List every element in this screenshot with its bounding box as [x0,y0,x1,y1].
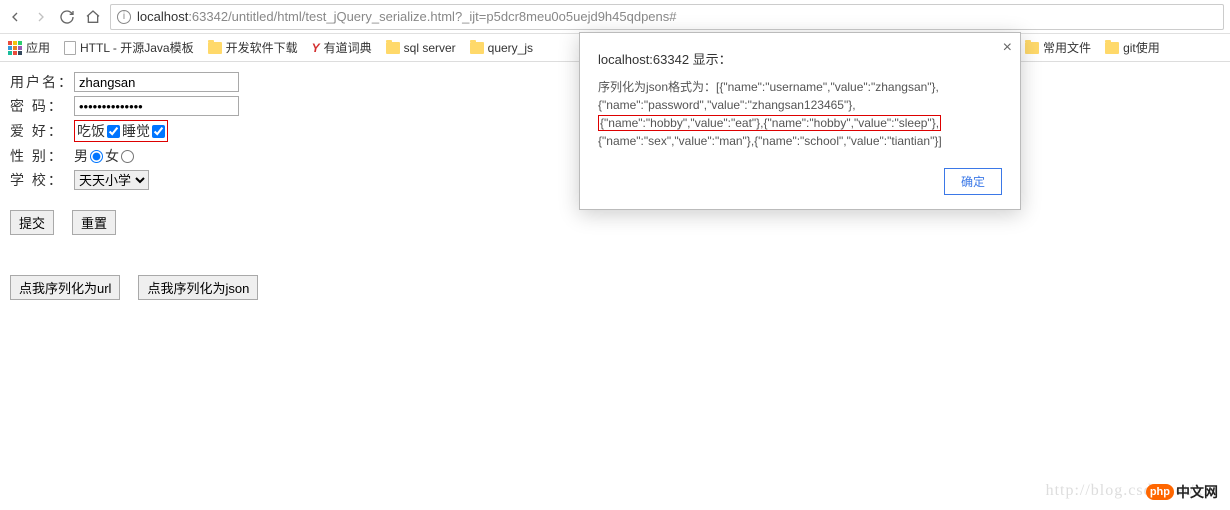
back-icon[interactable] [6,8,24,26]
hobby-eat-label: 吃饭 [77,121,105,141]
bookmark-httl[interactable]: HTTL - 开源Java模板 [64,39,194,56]
forward-icon [32,8,50,26]
username-label: 用户名： [10,72,74,92]
sex-male-radio[interactable] [90,150,103,163]
youdao-icon: Y [312,41,320,55]
browser-toolbar: i localhost:63342/untitled/html/test_jQu… [0,0,1230,34]
bookmark-apps[interactable]: 应用 [8,39,50,56]
sex-female-radio[interactable] [121,150,134,163]
folder-icon [386,42,400,54]
hobby-group: 吃饭 睡觉 [74,120,168,142]
bookmark-label: 常用文件 [1043,39,1091,56]
sex-female-label: 女 [105,146,119,166]
sex-label: 性 别： [10,146,74,166]
password-label: 密 码： [10,96,74,116]
sex-male-label: 男 [74,146,88,166]
folder-icon [1105,42,1119,54]
bookmark-devdownload[interactable]: 开发软件下载 [208,39,298,56]
hobby-eat-checkbox[interactable] [107,125,120,138]
dialog-title: localhost:63342 显示： [598,49,1002,68]
alert-dialog: × localhost:63342 显示： 序列化为json格式为：[{"nam… [579,32,1021,210]
bookmark-youdao[interactable]: Y 有道词典 [312,39,372,56]
url-path: :63342/untitled/html/test_jQuery_seriali… [188,9,676,24]
serialize-json-button[interactable]: 点我序列化为json [138,275,258,300]
bookmark-label: 应用 [26,39,50,56]
hobby-sleep-checkbox[interactable] [152,125,165,138]
password-input[interactable] [74,96,239,116]
bookmark-queryjs[interactable]: query_js [470,41,533,55]
close-icon[interactable]: × [1003,39,1012,57]
bookmark-label: HTTL - 开源Java模板 [80,39,194,56]
url-host: localhost [137,9,188,24]
folder-icon [1025,42,1039,54]
serialize-url-button[interactable]: 点我序列化为url [10,275,120,300]
folder-icon [208,42,222,54]
reload-icon[interactable] [58,8,76,26]
bookmark-label: 有道词典 [324,39,372,56]
bookmark-label: sql server [404,41,456,55]
dialog-text-3: {"name":"sex","value":"man"},{"name":"sc… [598,134,942,148]
home-icon[interactable] [84,8,102,26]
bookmark-sqlserver[interactable]: sql server [386,41,456,55]
file-icon [64,41,76,55]
address-bar[interactable]: i localhost:63342/untitled/html/test_jQu… [110,4,1224,30]
hobby-label: 爱 好： [10,121,74,141]
brand-logo: php 中文网 [1146,482,1218,502]
hobby-sleep-label: 睡觉 [122,121,150,141]
dialog-ok-button[interactable]: 确定 [944,168,1002,195]
school-label: 学 校： [10,170,74,190]
dialog-body: 序列化为json格式为：[{"name":"username","value":… [598,78,1002,150]
bookmark-label: git使用 [1123,39,1160,56]
folder-icon [470,42,484,54]
bookmark-label: 开发软件下载 [226,39,298,56]
dialog-text-1b: {"name":"password","value":"zhangsan1234… [598,98,856,112]
school-select[interactable]: 天天小学 [74,170,149,190]
reset-button[interactable]: 重置 [72,210,116,235]
submit-button[interactable]: 提交 [10,210,54,235]
bookmark-git[interactable]: git使用 [1105,39,1160,56]
bookmark-label: query_js [488,41,533,55]
brand-badge: php [1146,484,1174,500]
bookmark-common[interactable]: 常用文件 [1025,39,1091,56]
dialog-text-1a: 序列化为json格式为：[{"name":"username","value":… [598,80,939,94]
brand-text: 中文网 [1176,482,1218,502]
site-info-icon[interactable]: i [117,10,131,24]
dialog-highlight: {"name":"hobby","value":"eat"},{"name":"… [598,115,941,131]
username-input[interactable] [74,72,239,92]
